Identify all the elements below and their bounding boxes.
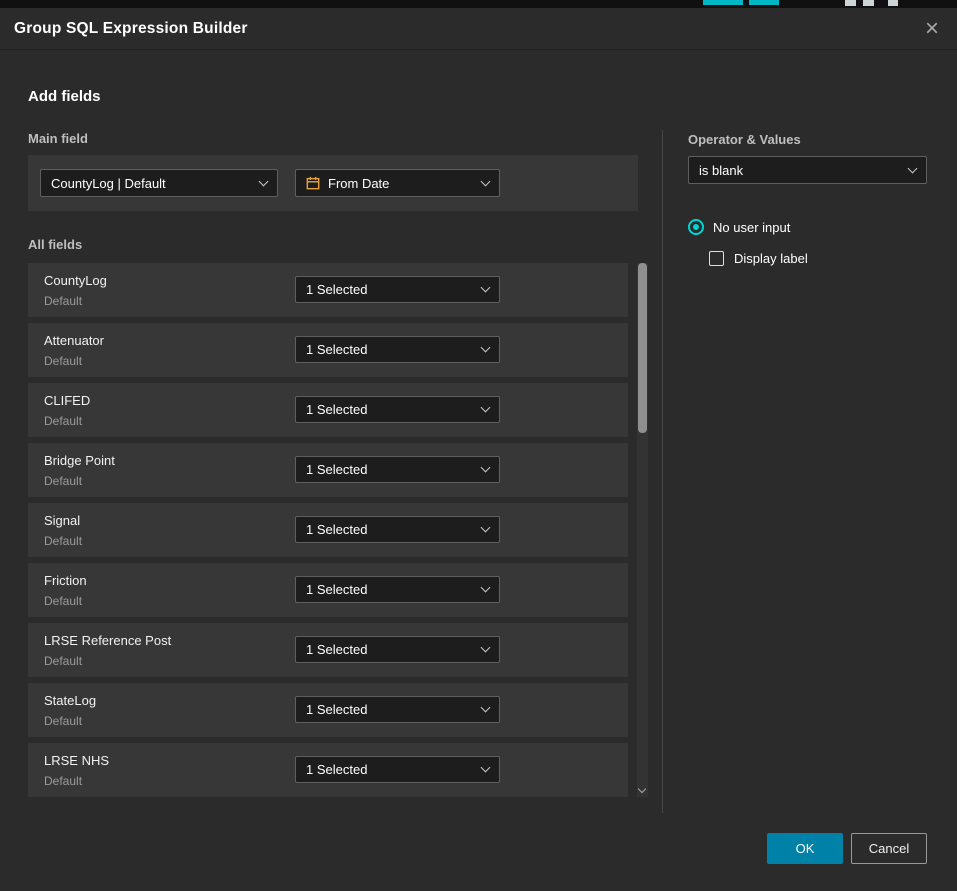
chevron-down-icon — [481, 343, 491, 353]
background-fragment — [845, 0, 856, 6]
field-row: CountyLog Default 1 Selected — [28, 263, 628, 317]
close-icon[interactable]: × — [917, 14, 947, 44]
chevron-down-icon — [481, 763, 491, 773]
field-selected-value: 1 Selected — [306, 282, 367, 297]
chevron-down-icon — [481, 176, 491, 186]
field-subtitle: Default — [44, 474, 82, 488]
operator-dropdown[interactable]: is blank — [688, 156, 927, 184]
field-name: CLIFED — [44, 393, 90, 408]
field-selected-dropdown[interactable]: 1 Selected — [295, 276, 500, 303]
field-selected-value: 1 Selected — [306, 522, 367, 537]
operator-dropdown-value: is blank — [699, 163, 743, 178]
scrollbar-thumb[interactable] — [638, 263, 647, 433]
layer-dropdown-value: CountyLog | Default — [51, 176, 166, 191]
field-row: LRSE NHS Default 1 Selected — [28, 743, 628, 797]
dialog-header: Group SQL Expression Builder × — [0, 8, 957, 50]
chevron-down-icon — [908, 163, 918, 173]
field-selected-dropdown[interactable]: 1 Selected — [295, 576, 500, 603]
radio-no-user-input[interactable] — [688, 219, 704, 235]
field-name: CountyLog — [44, 273, 107, 288]
operator-values-label: Operator & Values — [688, 132, 801, 147]
field-selected-value: 1 Selected — [306, 462, 367, 477]
background-fragment — [888, 0, 898, 6]
field-selected-dropdown[interactable]: 1 Selected — [295, 396, 500, 423]
field-selected-value: 1 Selected — [306, 702, 367, 717]
chevron-down-icon — [481, 703, 491, 713]
all-fields-label: All fields — [28, 237, 82, 252]
field-selected-value: 1 Selected — [306, 642, 367, 657]
field-subtitle: Default — [44, 354, 82, 368]
field-subtitle: Default — [44, 774, 82, 788]
checkbox-label: Display label — [734, 251, 808, 266]
field-selected-dropdown[interactable]: 1 Selected — [295, 756, 500, 783]
field-row: CLIFED Default 1 Selected — [28, 383, 628, 437]
field-row: Attenuator Default 1 Selected — [28, 323, 628, 377]
chevron-down-icon — [481, 463, 491, 473]
field-name: Bridge Point — [44, 453, 115, 468]
field-selected-dropdown[interactable]: 1 Selected — [295, 336, 500, 363]
field-name: LRSE Reference Post — [44, 633, 171, 648]
field-selected-dropdown[interactable]: 1 Selected — [295, 456, 500, 483]
group-sql-expression-builder-dialog: Group SQL Expression Builder × Add field… — [0, 8, 957, 891]
field-subtitle: Default — [44, 654, 82, 668]
add-fields-heading: Add fields — [28, 88, 101, 105]
field-name: Attenuator — [44, 333, 104, 348]
background-fragment — [863, 0, 874, 6]
dialog-title: Group SQL Expression Builder — [14, 20, 248, 38]
field-subtitle: Default — [44, 294, 82, 308]
field-row: Bridge Point Default 1 Selected — [28, 443, 628, 497]
calendar-icon — [306, 176, 320, 190]
field-selected-value: 1 Selected — [306, 342, 367, 357]
chevron-down-icon — [481, 283, 491, 293]
background-fragment — [749, 0, 779, 5]
background-fragment — [703, 0, 743, 5]
field-selected-value: 1 Selected — [306, 762, 367, 777]
chevron-down-icon — [481, 403, 491, 413]
ok-button[interactable]: OK — [767, 833, 843, 864]
display-label-option[interactable]: Display label — [709, 251, 808, 266]
radio-label: No user input — [713, 220, 790, 235]
field-row: LRSE Reference Post Default 1 Selected — [28, 623, 628, 677]
layer-dropdown[interactable]: CountyLog | Default — [40, 169, 278, 197]
date-field-dropdown[interactable]: From Date — [295, 169, 500, 197]
field-selected-dropdown[interactable]: 1 Selected — [295, 636, 500, 663]
field-row: Signal Default 1 Selected — [28, 503, 628, 557]
chevron-down-icon — [481, 523, 491, 533]
all-fields-list: CountyLog Default 1 Selected Attenuator … — [28, 263, 628, 803]
chevron-down-icon — [259, 176, 269, 186]
field-name: StateLog — [44, 693, 96, 708]
checkbox-display-label[interactable] — [709, 251, 724, 266]
chevron-down-icon — [481, 583, 491, 593]
no-user-input-option[interactable]: No user input — [688, 219, 790, 235]
field-subtitle: Default — [44, 414, 82, 428]
field-selected-dropdown[interactable]: 1 Selected — [295, 696, 500, 723]
field-name: LRSE NHS — [44, 753, 109, 768]
scroll-down-icon[interactable] — [638, 785, 646, 793]
field-subtitle: Default — [44, 534, 82, 548]
chevron-down-icon — [481, 643, 491, 653]
main-field-label: Main field — [28, 131, 88, 146]
field-subtitle: Default — [44, 594, 82, 608]
field-selected-value: 1 Selected — [306, 402, 367, 417]
date-field-dropdown-value: From Date — [328, 176, 389, 191]
field-name: Friction — [44, 573, 87, 588]
field-row: StateLog Default 1 Selected — [28, 683, 628, 737]
main-field-panel: CountyLog | Default From Date — [28, 155, 638, 211]
field-row: Friction Default 1 Selected — [28, 563, 628, 617]
field-selected-value: 1 Selected — [306, 582, 367, 597]
screen: Group SQL Expression Builder × Add field… — [0, 0, 957, 891]
field-name: Signal — [44, 513, 80, 528]
field-selected-dropdown[interactable]: 1 Selected — [295, 516, 500, 543]
vertical-divider — [662, 130, 663, 813]
scrollbar[interactable] — [637, 263, 648, 797]
field-subtitle: Default — [44, 714, 82, 728]
cancel-button[interactable]: Cancel — [851, 833, 927, 864]
